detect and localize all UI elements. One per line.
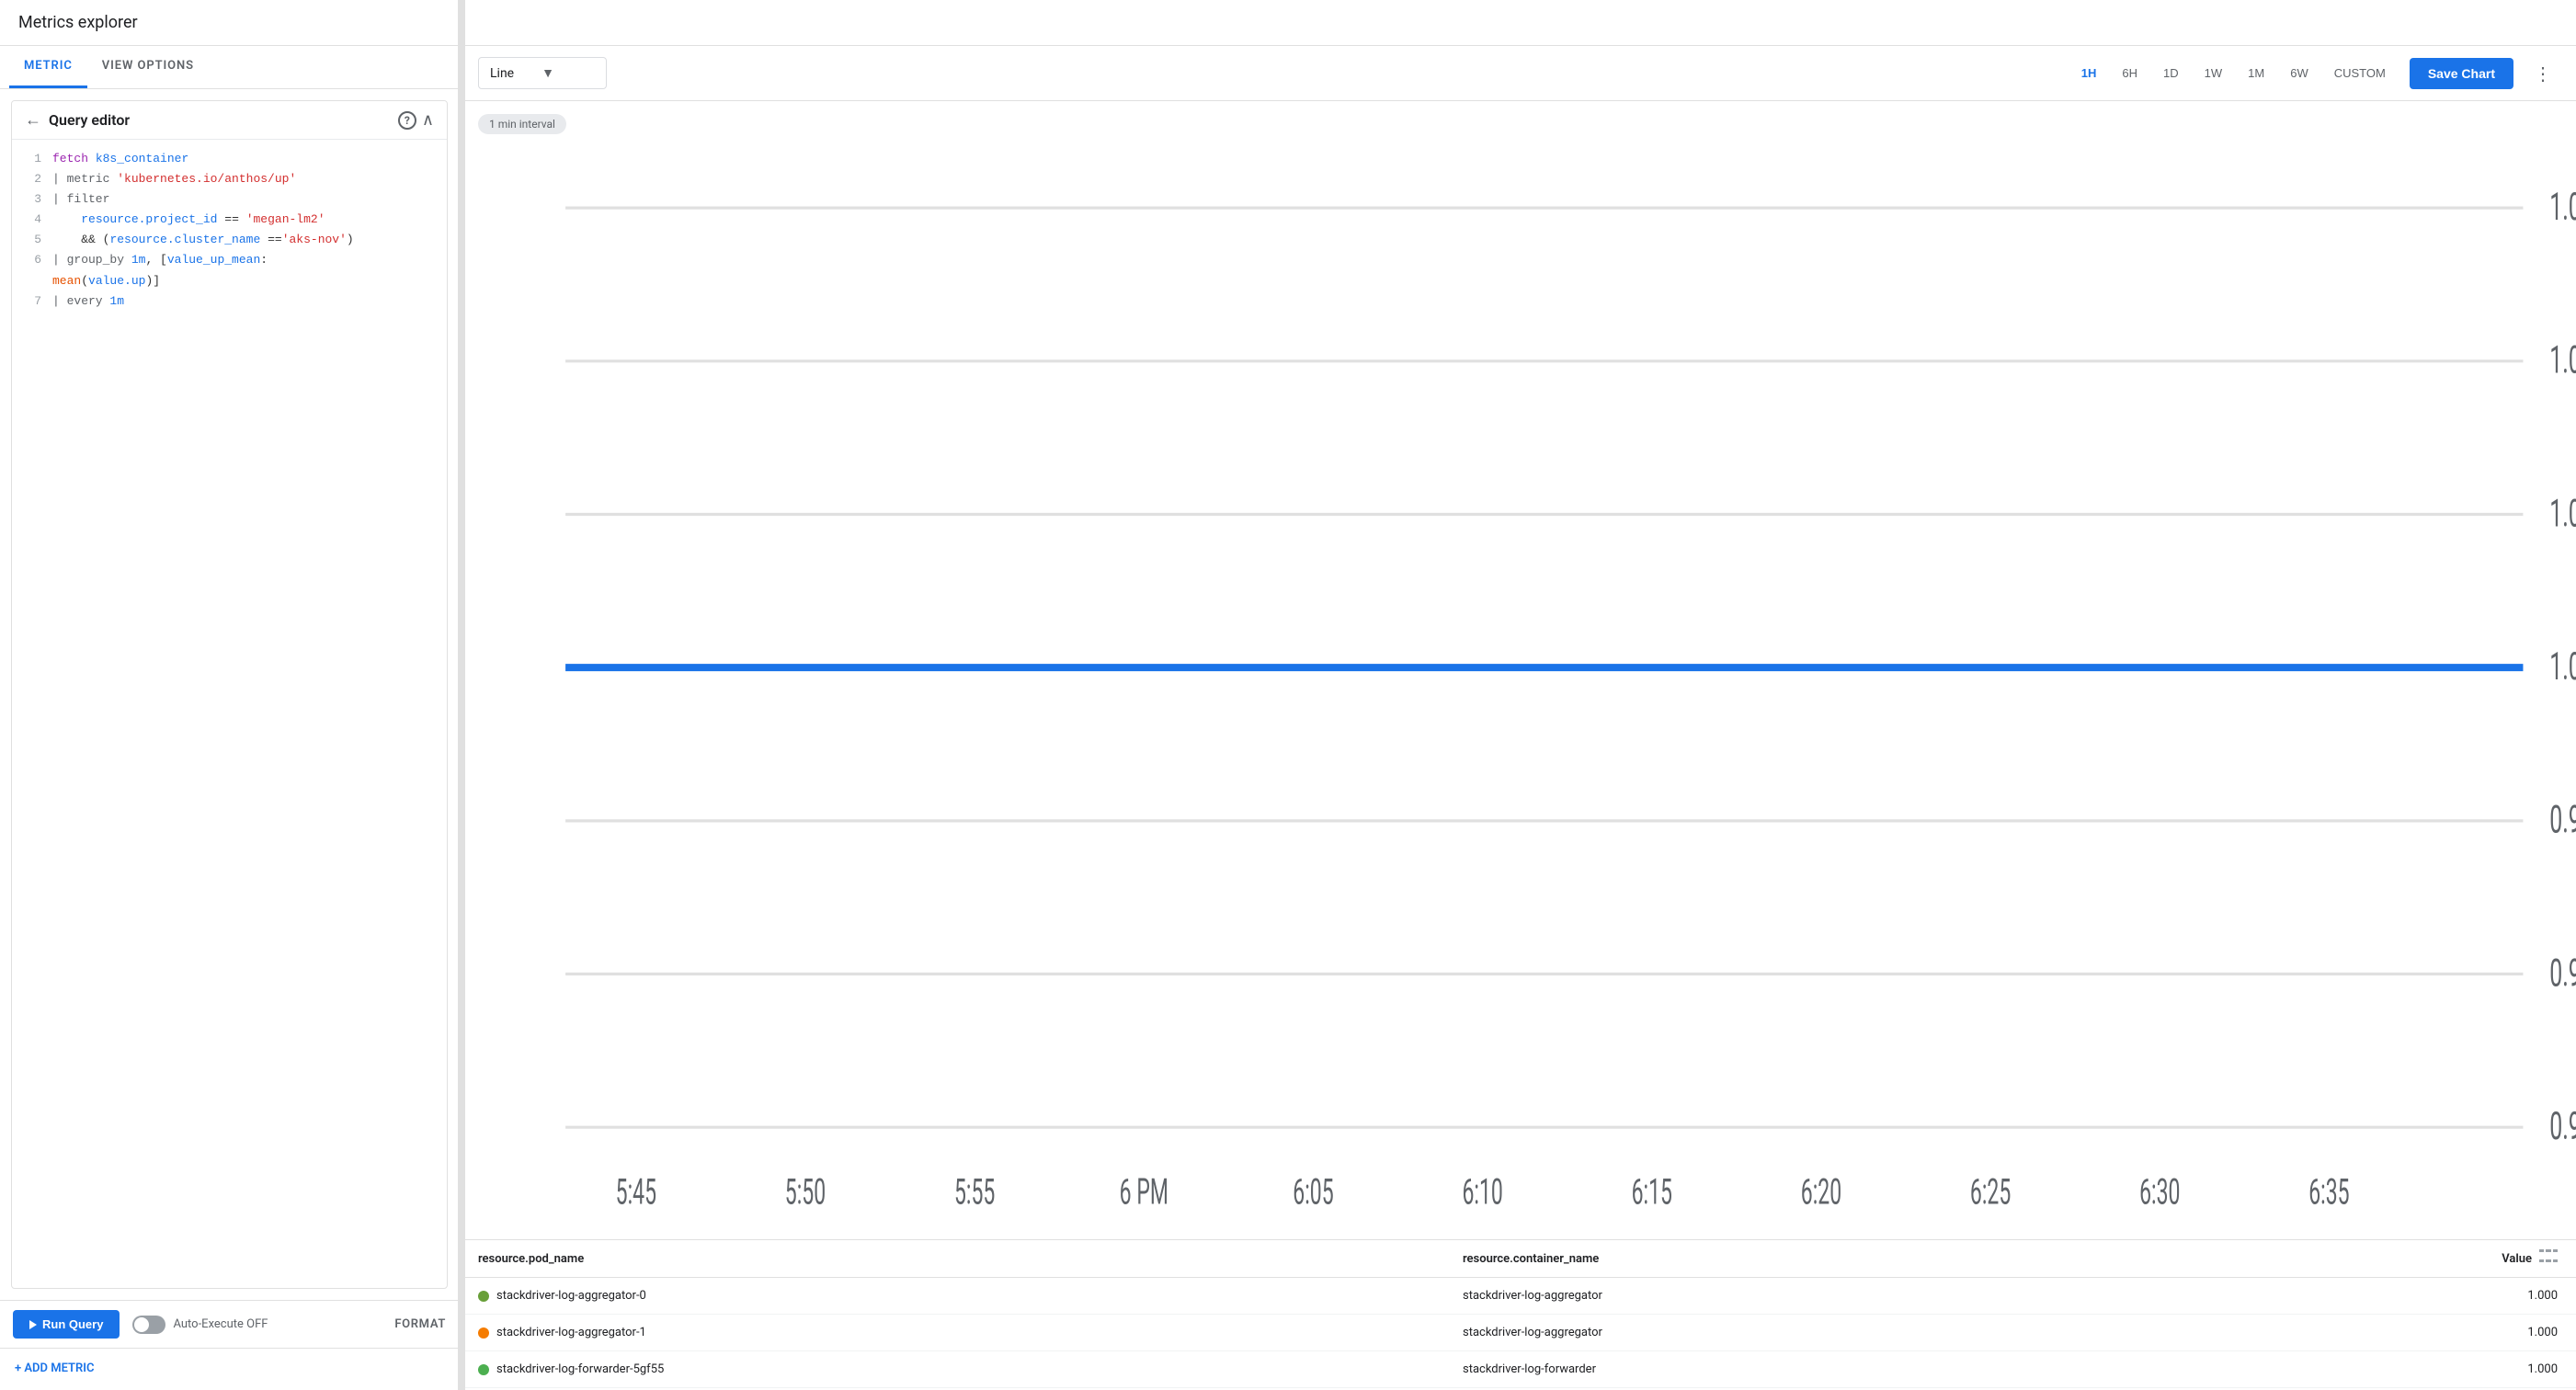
pod-name-1: stackdriver-log-aggregator-1 xyxy=(496,1326,646,1339)
main-layout: METRIC VIEW OPTIONS ← Query editor ? ∧ 1… xyxy=(0,46,2576,1388)
query-editor-label: Query editor xyxy=(49,111,130,129)
chart-type-label: Line xyxy=(490,66,514,81)
code-line-2: 2 | metric 'kubernetes.io/anthos/up' xyxy=(25,169,434,189)
value-cell-0: 1.000 xyxy=(2447,1289,2558,1303)
code-editor[interactable]: 1 fetch k8s_container 2 | metric 'kubern… xyxy=(12,140,447,321)
table-row[interactable]: stackdriver-log-forwarder-5gf55 stackdri… xyxy=(460,1351,2576,1388)
chart-type-select[interactable]: Line ▼ xyxy=(478,57,607,89)
svg-text:0.98: 0.98 xyxy=(2549,798,2576,843)
right-panel: Line ▼ 1H 6H 1D 1W 1M 6W CUSTOM Save Cha… xyxy=(460,46,2576,1388)
format-button[interactable]: FORMAT xyxy=(394,1317,446,1331)
time-btn-1m[interactable]: 1M xyxy=(2239,61,2274,85)
query-editor-panel: ← Query editor ? ∧ 1 fetch k8s_container… xyxy=(11,100,448,1289)
pod-name-2: stackdriver-log-forwarder-5gf55 xyxy=(496,1362,664,1376)
auto-execute-label: Auto-Execute OFF xyxy=(173,1317,268,1331)
svg-text:6:15: 6:15 xyxy=(1632,1171,1672,1213)
col-header-value: Value xyxy=(2447,1249,2558,1268)
app-header: Metrics explorer xyxy=(0,0,2576,46)
back-arrow-icon[interactable]: ← xyxy=(25,110,41,130)
svg-text:5:55: 5:55 xyxy=(954,1171,995,1213)
svg-text:5:45: 5:45 xyxy=(616,1171,656,1213)
time-btn-6h[interactable]: 6H xyxy=(2113,61,2147,85)
container-cell-1: stackdriver-log-aggregator xyxy=(1463,1326,2447,1339)
col-header-container: resource.container_name xyxy=(1463,1252,2447,1266)
dropdown-arrow-icon: ▼ xyxy=(541,65,554,81)
value-cell-2: 1.000 xyxy=(2447,1362,2558,1376)
pod-name-0: stackdriver-log-aggregator-0 xyxy=(496,1289,646,1303)
help-icon[interactable]: ? xyxy=(398,111,416,130)
tab-view-options[interactable]: VIEW OPTIONS xyxy=(87,46,209,88)
code-line-7: 7 | every 1m xyxy=(25,291,434,312)
svg-text:5:50: 5:50 xyxy=(785,1171,826,1213)
value-cell-1: 1.000 xyxy=(2447,1326,2558,1339)
column-options-icon[interactable] xyxy=(2539,1249,2558,1268)
time-btn-1d[interactable]: 1D xyxy=(2154,61,2188,85)
code-line-6b: mean(value.up)] xyxy=(25,271,434,291)
code-line-3: 3 | filter xyxy=(25,189,434,210)
more-options-icon[interactable]: ⋮ xyxy=(2528,59,2558,88)
time-btn-1h[interactable]: 1H xyxy=(2072,61,2106,85)
table-row[interactable]: stackdriver-log-aggregator-0 stackdriver… xyxy=(460,1278,2576,1315)
auto-execute-toggle[interactable] xyxy=(132,1316,165,1334)
time-buttons: 1H 6H 1D 1W 1M 6W CUSTOM xyxy=(2072,61,2395,85)
tab-metric[interactable]: METRIC xyxy=(9,46,87,88)
svg-text:6:10: 6:10 xyxy=(1462,1171,1502,1213)
svg-text:0.96: 0.96 xyxy=(2549,951,2576,997)
chart-svg: 1.06 1.04 1.02 1.00 0.98 0.96 0.94 5:45 … xyxy=(460,120,2576,1239)
svg-text:6:05: 6:05 xyxy=(1293,1171,1333,1213)
svg-text:1.04: 1.04 xyxy=(2549,338,2576,383)
col-header-pod: resource.pod_name xyxy=(478,1252,1463,1266)
query-editor-title: ← Query editor xyxy=(25,110,398,130)
pod-cell-2: stackdriver-log-forwarder-5gf55 xyxy=(478,1362,1463,1376)
play-icon xyxy=(29,1320,37,1329)
bottom-bar: Run Query Auto-Execute OFF FORMAT xyxy=(0,1300,459,1348)
code-line-5: 5 && (resource.cluster_name =='aks-nov') xyxy=(25,230,434,250)
time-btn-6w[interactable]: 6W xyxy=(2281,61,2318,85)
chart-area: 1 min interval 1.06 1.04 1.02 1.00 0.9 xyxy=(460,101,2576,1239)
code-line-4: 4 resource.project_id == 'megan-lm2' xyxy=(25,210,434,230)
svg-text:1.02: 1.02 xyxy=(2549,492,2576,537)
interval-badge: 1 min interval xyxy=(478,114,566,134)
svg-text:1.00: 1.00 xyxy=(2549,644,2576,689)
add-metric-label: + ADD METRIC xyxy=(15,1362,95,1375)
add-metric-bar[interactable]: + ADD METRIC xyxy=(0,1348,459,1388)
pod-cell-1: stackdriver-log-aggregator-1 xyxy=(478,1326,1463,1339)
code-line-1: 1 fetch k8s_container xyxy=(25,149,434,169)
data-table: resource.pod_name resource.container_nam… xyxy=(460,1239,2576,1388)
svg-text:6 PM: 6 PM xyxy=(1120,1171,1168,1213)
pod-cell-0: stackdriver-log-aggregator-0 xyxy=(478,1289,1463,1303)
table-row[interactable]: stackdriver-log-aggregator-1 stackdriver… xyxy=(460,1315,2576,1351)
resize-handle[interactable] xyxy=(458,0,465,1390)
app-title: Metrics explorer xyxy=(18,13,138,32)
table-header-row: resource.pod_name resource.container_nam… xyxy=(460,1240,2576,1278)
svg-text:6:25: 6:25 xyxy=(1970,1171,2011,1213)
collapse-icon[interactable]: ∧ xyxy=(422,110,434,130)
svg-text:6:20: 6:20 xyxy=(1801,1171,1841,1213)
svg-text:6:30: 6:30 xyxy=(2139,1171,2180,1213)
container-cell-2: stackdriver-log-forwarder xyxy=(1463,1362,2447,1376)
svg-text:6:35: 6:35 xyxy=(2308,1171,2349,1213)
time-btn-custom[interactable]: CUSTOM xyxy=(2325,61,2395,85)
left-tabs: METRIC VIEW OPTIONS xyxy=(0,46,459,89)
query-editor-header: ← Query editor ? ∧ xyxy=(12,101,447,140)
run-query-label: Run Query xyxy=(42,1317,103,1331)
container-cell-0: stackdriver-log-aggregator xyxy=(1463,1289,2447,1303)
svg-text:0.94: 0.94 xyxy=(2549,1104,2576,1149)
auto-execute-toggle-wrap: Auto-Execute OFF xyxy=(132,1316,268,1334)
code-line-6: 6 | group_by 1m, [value_up_mean: xyxy=(25,250,434,270)
svg-text:1.06: 1.06 xyxy=(2549,185,2576,230)
value-label: Value xyxy=(2502,1252,2532,1266)
run-query-button[interactable]: Run Query xyxy=(13,1310,120,1339)
row-dot-0 xyxy=(478,1291,489,1302)
row-dot-1 xyxy=(478,1327,489,1339)
row-dot-2 xyxy=(478,1364,489,1375)
time-btn-1w[interactable]: 1W xyxy=(2195,61,2232,85)
save-chart-button[interactable]: Save Chart xyxy=(2410,58,2513,89)
chart-toolbar: Line ▼ 1H 6H 1D 1W 1M 6W CUSTOM Save Cha… xyxy=(460,46,2576,101)
left-panel: METRIC VIEW OPTIONS ← Query editor ? ∧ 1… xyxy=(0,46,460,1388)
